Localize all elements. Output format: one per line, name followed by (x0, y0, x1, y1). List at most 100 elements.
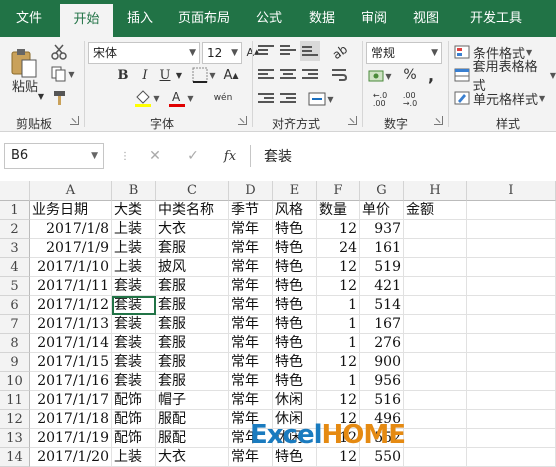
name-box[interactable]: B6 ▼ (4, 143, 104, 169)
cell-a2[interactable]: 2017/1/8 (30, 220, 112, 239)
cell-e4[interactable]: 特色 (273, 258, 317, 277)
decrease-indent-icon[interactable] (258, 91, 274, 105)
row-header[interactable]: 9 (0, 353, 30, 372)
cell-h13[interactable] (404, 429, 467, 448)
cell-i13[interactable] (467, 429, 556, 448)
cell-a12[interactable]: 2017/1/18 (30, 410, 112, 429)
cell-h1[interactable]: 金额 (404, 201, 467, 220)
cell-h7[interactable] (404, 315, 467, 334)
cell-i3[interactable] (467, 239, 556, 258)
cell-c7[interactable]: 套服 (156, 315, 229, 334)
grow-font-size-icon[interactable]: A ▲ (218, 65, 244, 85)
formula-bar-grip-icon[interactable]: ⋮ (120, 143, 130, 169)
cell-d4[interactable]: 常年 (229, 258, 273, 277)
cell-c10[interactable]: 套服 (156, 372, 229, 391)
orientation-icon[interactable]: ab (325, 38, 355, 67)
tab-page-layout[interactable]: 页面布局 (170, 0, 238, 37)
row-header[interactable]: 12 (0, 410, 30, 429)
cell-i2[interactable] (467, 220, 556, 239)
cell-a11[interactable]: 2017/1/17 (30, 391, 112, 410)
align-bottom-icon[interactable] (300, 41, 320, 61)
alignment-launcher-icon[interactable] (348, 116, 357, 125)
font-size-dropdown[interactable]: 12 ▼ (202, 42, 242, 64)
cell-d2[interactable]: 常年 (229, 220, 273, 239)
cell-c8[interactable]: 套服 (156, 334, 229, 353)
cell-i4[interactable] (467, 258, 556, 277)
percent-button[interactable]: % (402, 65, 418, 85)
cell-d8[interactable]: 常年 (229, 334, 273, 353)
cell-e2[interactable]: 特色 (273, 220, 317, 239)
cell-f7[interactable]: 1 (317, 315, 360, 334)
cell-i5[interactable] (467, 277, 556, 296)
cell-b12[interactable]: 配饰 (112, 410, 156, 429)
font-color-button[interactable]: A ▼ (168, 87, 194, 109)
cell-c3[interactable]: 套服 (156, 239, 229, 258)
cell-g8[interactable]: 276 (360, 334, 404, 353)
cell-d7[interactable]: 常年 (229, 315, 273, 334)
cell-g10[interactable]: 956 (360, 372, 404, 391)
cell-f4[interactable]: 12 (317, 258, 360, 277)
currency-button[interactable]: ▼ (366, 67, 394, 85)
row-header[interactable]: 1 (0, 201, 30, 220)
cell-b1[interactable]: 大类 (112, 201, 156, 220)
tab-home[interactable]: 开始 (60, 4, 113, 37)
cell-c11[interactable]: 帽子 (156, 391, 229, 410)
cell-f11[interactable]: 12 (317, 391, 360, 410)
cell-b6[interactable]: 套装 (112, 296, 156, 315)
cell-g9[interactable]: 900 (360, 353, 404, 372)
align-left-icon[interactable] (258, 67, 274, 81)
cell-g6[interactable]: 514 (360, 296, 404, 315)
cell-g11[interactable]: 516 (360, 391, 404, 410)
row-header[interactable]: 11 (0, 391, 30, 410)
cell-e3[interactable]: 特色 (273, 239, 317, 258)
font-launcher-icon[interactable] (238, 116, 247, 125)
cell-d9[interactable]: 常年 (229, 353, 273, 372)
cell-b8[interactable]: 套装 (112, 334, 156, 353)
tab-insert[interactable]: 插入 (118, 0, 162, 37)
tab-formulas[interactable]: 公式 (248, 0, 290, 37)
cell-g7[interactable]: 167 (360, 315, 404, 334)
cell-g5[interactable]: 421 (360, 277, 404, 296)
underline-button[interactable]: U (156, 65, 174, 85)
row-header[interactable]: 2 (0, 220, 30, 239)
cell-e14[interactable]: 特色 (273, 448, 317, 467)
cell-d10[interactable]: 常年 (229, 372, 273, 391)
cancel-icon[interactable]: ✕ (146, 145, 164, 167)
cell-b4[interactable]: 上装 (112, 258, 156, 277)
cell-c2[interactable]: 大衣 (156, 220, 229, 239)
number-format-dropdown[interactable]: 常规 ▼ (366, 42, 442, 64)
cell-a3[interactable]: 2017/1/9 (30, 239, 112, 258)
cell-a8[interactable]: 2017/1/14 (30, 334, 112, 353)
cell-f5[interactable]: 12 (317, 277, 360, 296)
cell-h6[interactable] (404, 296, 467, 315)
cell-c1[interactable]: 中类名称 (156, 201, 229, 220)
cell-h14[interactable] (404, 448, 467, 467)
cell-d5[interactable]: 常年 (229, 277, 273, 296)
column-header-e[interactable]: E (273, 181, 317, 201)
cell-h11[interactable] (404, 391, 467, 410)
cell-h4[interactable] (404, 258, 467, 277)
column-header-f[interactable]: F (317, 181, 360, 201)
column-header-d[interactable]: D (229, 181, 273, 201)
row-header[interactable]: 7 (0, 315, 30, 334)
wrap-text-icon[interactable] (328, 65, 350, 85)
cell-b2[interactable]: 上装 (112, 220, 156, 239)
cell-f6[interactable]: 1 (317, 296, 360, 315)
cell-e6[interactable]: 特色 (273, 296, 317, 315)
cell-c6[interactable]: 套服 (156, 296, 229, 315)
row-header[interactable]: 6 (0, 296, 30, 315)
column-header-c[interactable]: C (156, 181, 229, 201)
align-middle-icon[interactable] (280, 43, 296, 57)
cell-h2[interactable] (404, 220, 467, 239)
column-header-g[interactable]: G (360, 181, 404, 201)
cell-a10[interactable]: 2017/1/16 (30, 372, 112, 391)
cell-f3[interactable]: 24 (317, 239, 360, 258)
column-header-a[interactable]: A (30, 181, 112, 201)
tab-file[interactable]: 文件 (4, 0, 54, 37)
cell-c13[interactable]: 服配 (156, 429, 229, 448)
cell-g1[interactable]: 单价 (360, 201, 404, 220)
align-top-icon[interactable] (258, 43, 274, 57)
comma-button[interactable]: , (424, 65, 438, 85)
cell-e5[interactable]: 特色 (273, 277, 317, 296)
tab-developer[interactable]: 开发工具 (458, 0, 534, 37)
